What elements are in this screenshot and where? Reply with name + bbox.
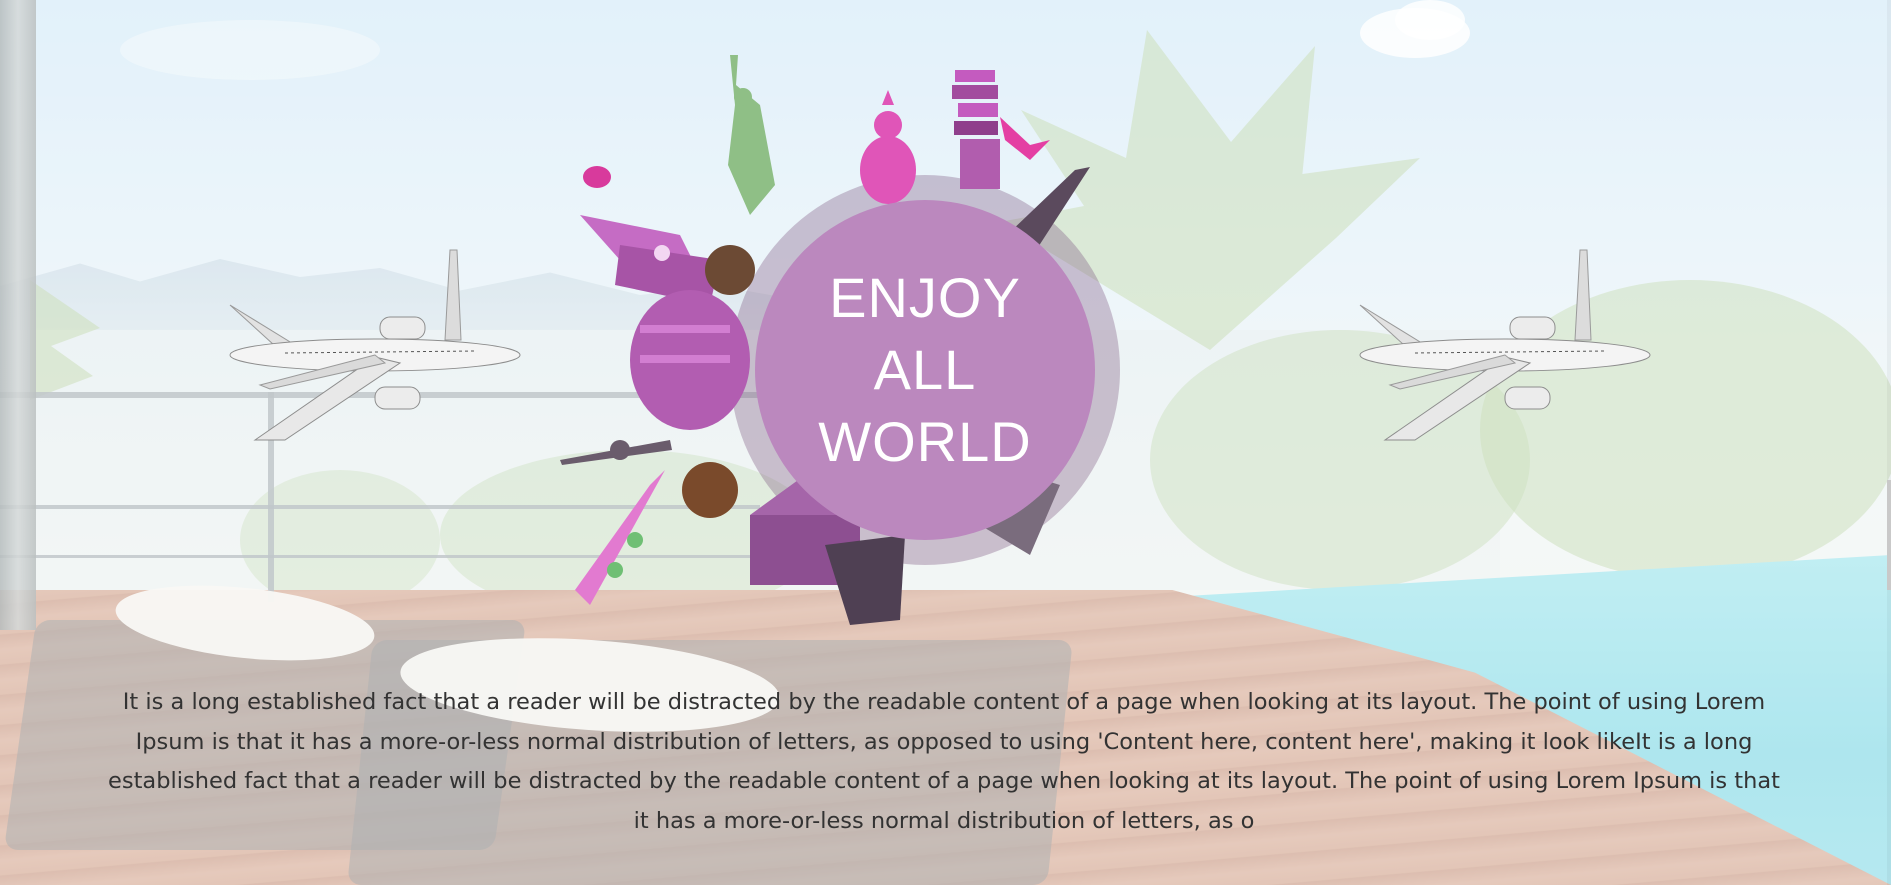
airplane-icon (229, 249, 521, 441)
buddha-icon (860, 90, 916, 204)
hero-badge: ENJOY ALL WORLD (755, 200, 1095, 540)
intro-paragraph: It is a long established fact that a rea… (108, 689, 1780, 834)
colosseum-icon (630, 290, 750, 430)
hero-title: ENJOY ALL WORLD (818, 266, 1032, 473)
leaning-tower-icon (575, 470, 665, 605)
airplane-icon (1000, 117, 1050, 160)
statue-of-liberty-icon (728, 55, 775, 215)
scrollbar[interactable] (1887, 0, 1891, 885)
paraglider-icon (583, 166, 611, 188)
airplane-icon (1359, 249, 1651, 441)
stacked-tower-icon (952, 70, 1000, 189)
scrollbar-thumb[interactable] (1887, 480, 1891, 590)
tv-tower-icon (560, 440, 672, 465)
